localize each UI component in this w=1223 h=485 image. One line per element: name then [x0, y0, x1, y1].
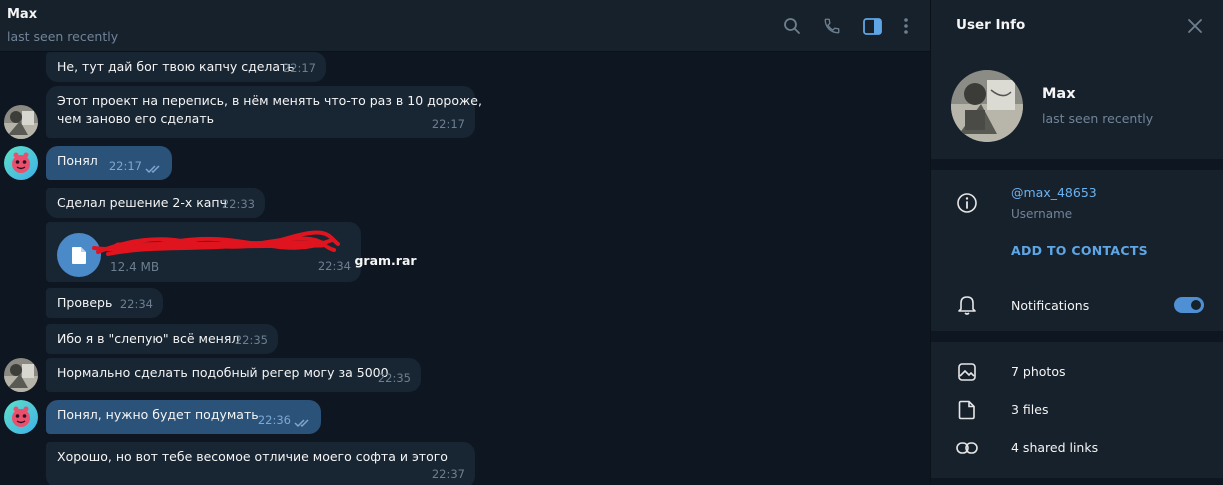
phone-icon[interactable] — [820, 14, 844, 38]
bell-icon — [956, 294, 978, 316]
message-time: 22:37 — [431, 467, 465, 481]
message-text: Сделал решение 2-х капч — [57, 195, 227, 210]
contact-avatar[interactable] — [4, 105, 38, 139]
sidebar-toggle-icon[interactable] — [860, 14, 884, 38]
message-time: 22:17 — [282, 61, 316, 75]
chat-header: Max last seen recently — [0, 0, 930, 52]
profile-status: last seen recently — [1042, 111, 1154, 126]
message-text: Хорошо, но вот тебе весомое отличие моег… — [57, 449, 448, 464]
message-text: Этот проект на перепись, в нём менять чт… — [57, 93, 482, 126]
contact-avatar[interactable] — [4, 358, 38, 392]
message-incoming[interactable]: Сделал решение 2-х капч 22:33 — [46, 188, 265, 218]
message-text: Нормально сделать подобный регер могу за… — [57, 365, 389, 380]
read-checkmark-icon — [145, 165, 160, 174]
add-to-contacts-button[interactable]: ADD TO CONTACTS — [1011, 243, 1148, 258]
message-time: 22:34 — [317, 259, 351, 273]
shared-photos[interactable]: 7 photos — [1011, 364, 1066, 379]
user-info-panel: User Info Max last seen recently @max_48… — [930, 0, 1223, 485]
message-incoming[interactable]: Хорошо, но вот тебе весомое отличие моег… — [46, 442, 475, 485]
message-list[interactable]: Не, тут дай бог твою капчу сделать 22:17… — [0, 52, 930, 485]
link-icon[interactable] — [956, 437, 978, 459]
message-time: 22:36 — [257, 413, 291, 427]
more-icon[interactable] — [894, 14, 918, 38]
username-link[interactable]: @max_48653 — [1011, 185, 1097, 200]
message-incoming[interactable]: Проверь 22:34 — [46, 288, 163, 318]
own-avatar[interactable] — [4, 146, 38, 180]
info-icon — [956, 192, 978, 214]
message-text: Не, тут дай бог твою капчу сделать — [57, 59, 295, 74]
photo-icon[interactable] — [956, 361, 978, 383]
message-time: 22:33 — [221, 197, 255, 211]
message-time: 22:35 — [234, 333, 268, 347]
message-file[interactable]: xxxxxxxxxxxxxxxxxxxxxxxxxxgram.rar 12.4 … — [46, 222, 417, 282]
notifications-label: Notifications — [1011, 298, 1090, 313]
message-text: Понял — [57, 153, 98, 168]
toggle-knob — [1189, 298, 1203, 312]
message-time: 22:17 — [108, 159, 142, 173]
redaction-scribble — [92, 230, 340, 256]
shared-files[interactable]: 3 files — [1011, 402, 1048, 417]
own-avatar[interactable] — [4, 400, 38, 434]
profile-name: Max — [1042, 86, 1076, 102]
message-time: 22:17 — [431, 117, 465, 131]
message-incoming[interactable]: Этот проект на перепись, в нём менять чт… — [46, 86, 482, 138]
panel-title: User Info — [956, 17, 1026, 33]
message-incoming[interactable]: Нормально сделать подобный регер могу за… — [46, 358, 421, 392]
message-text: Понял, нужно будет подумать — [57, 407, 259, 422]
profile-avatar[interactable] — [951, 70, 1023, 142]
message-outgoing[interactable]: Понял 22:17 — [46, 146, 172, 180]
section-divider — [931, 331, 1223, 342]
notifications-toggle[interactable] — [1174, 297, 1204, 313]
close-icon[interactable] — [1185, 16, 1205, 36]
chat-title[interactable]: Max — [7, 7, 37, 22]
message-time: 22:35 — [377, 371, 411, 385]
read-checkmark-icon — [294, 419, 309, 428]
message-text: Ибо я в "слепую" всё менял — [57, 331, 240, 346]
section-divider — [931, 478, 1223, 485]
search-icon[interactable] — [780, 14, 804, 38]
file-size: 12.4 MB — [110, 260, 160, 274]
section-divider — [931, 159, 1223, 170]
username-caption: Username — [1011, 207, 1073, 221]
shared-links[interactable]: 4 shared links — [1011, 440, 1098, 455]
chat-area: Max last seen recently Не, тут дай бог т… — [0, 0, 930, 485]
message-text: Проверь — [57, 295, 113, 310]
message-outgoing[interactable]: Понял, нужно будет подумать 22:36 — [46, 400, 321, 434]
message-incoming[interactable]: Ибо я в "слепую" всё менял 22:35 — [46, 324, 278, 354]
chat-status: last seen recently — [7, 29, 119, 44]
file-icon[interactable] — [956, 399, 978, 421]
message-incoming[interactable]: Не, тут дай бог твою капчу сделать 22:17 — [46, 52, 326, 82]
message-time: 22:34 — [119, 297, 153, 311]
